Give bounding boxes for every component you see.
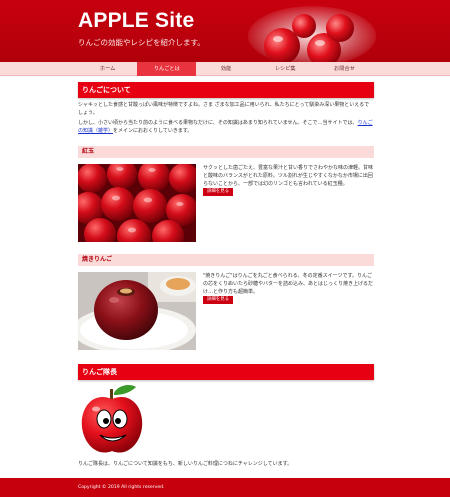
site-subtitle: りんごの効能やレシピを紹介します。 <box>78 38 205 47</box>
baked-apple-photo <box>78 272 196 350</box>
site-header: APPLE Site りんごの効能やレシピを紹介します。 <box>0 0 450 62</box>
mascot-heading: りんご隊長 <box>78 364 374 380</box>
nav-home[interactable]: ホーム <box>78 62 137 76</box>
about-paragraph-2: しかし、小さい頃から当たり前のように食べる果物なだけに、その知識はあまり知られて… <box>78 119 374 135</box>
red-apples-photo <box>78 164 196 242</box>
nav-recipes[interactable]: レシピ集 <box>256 62 315 76</box>
baked-apple-description: "焼きりんご"はりんごを丸ごと食べられる、冬の定番スイーツです。りんごの芯をくり… <box>203 273 374 295</box>
nav-about-apples[interactable]: りんごとは <box>137 62 197 76</box>
mascot-caption: りんご隊長は、りんごについて知識をもち、新しいりんご料理につねにチャレンジしてい… <box>78 461 293 467</box>
global-nav: ホーム りんごとは 効能 レシピ集 お問合せ <box>0 62 450 76</box>
baked-apple-details-button[interactable]: 詳細を見る <box>203 296 233 304</box>
site-title[interactable]: APPLE Site <box>78 9 194 33</box>
copyright-text: Copyright © 2019 All rights reserved. <box>78 485 165 490</box>
about-paragraph-1: シャキッとした食感と甘酸っぱい風味が特徴ですよね。さま ざまな加工品に用いられ、… <box>78 102 370 116</box>
kougyoku-details-button[interactable]: 詳細を見る <box>203 188 233 196</box>
nav-benefits[interactable]: 効能 <box>196 62 255 76</box>
about-paragraph-2-tail: をメインにおおくりしていきます。 <box>113 128 193 134</box>
baked-apple-heading: 焼きりんご <box>78 254 374 266</box>
about-paragraph-2-text: しかし、小さい頃から当たり前のように食べる果物なだけに、その知識はあまり知られて… <box>78 120 358 126</box>
kougyoku-description: サクッとした歯ごたえ、豊富な果汁と甘い香りでさわやかな味の津軽。甘味と酸味のバラ… <box>203 165 374 187</box>
hero-apples-image <box>248 6 376 62</box>
nav-contact[interactable]: お問合せ <box>315 62 374 76</box>
about-heading: りんごについて <box>78 82 374 98</box>
kougyoku-heading: 紅玉 <box>78 146 374 158</box>
apple-mascot-image <box>81 385 143 453</box>
site-footer: Copyright © 2019 All rights reserved. <box>0 478 450 497</box>
